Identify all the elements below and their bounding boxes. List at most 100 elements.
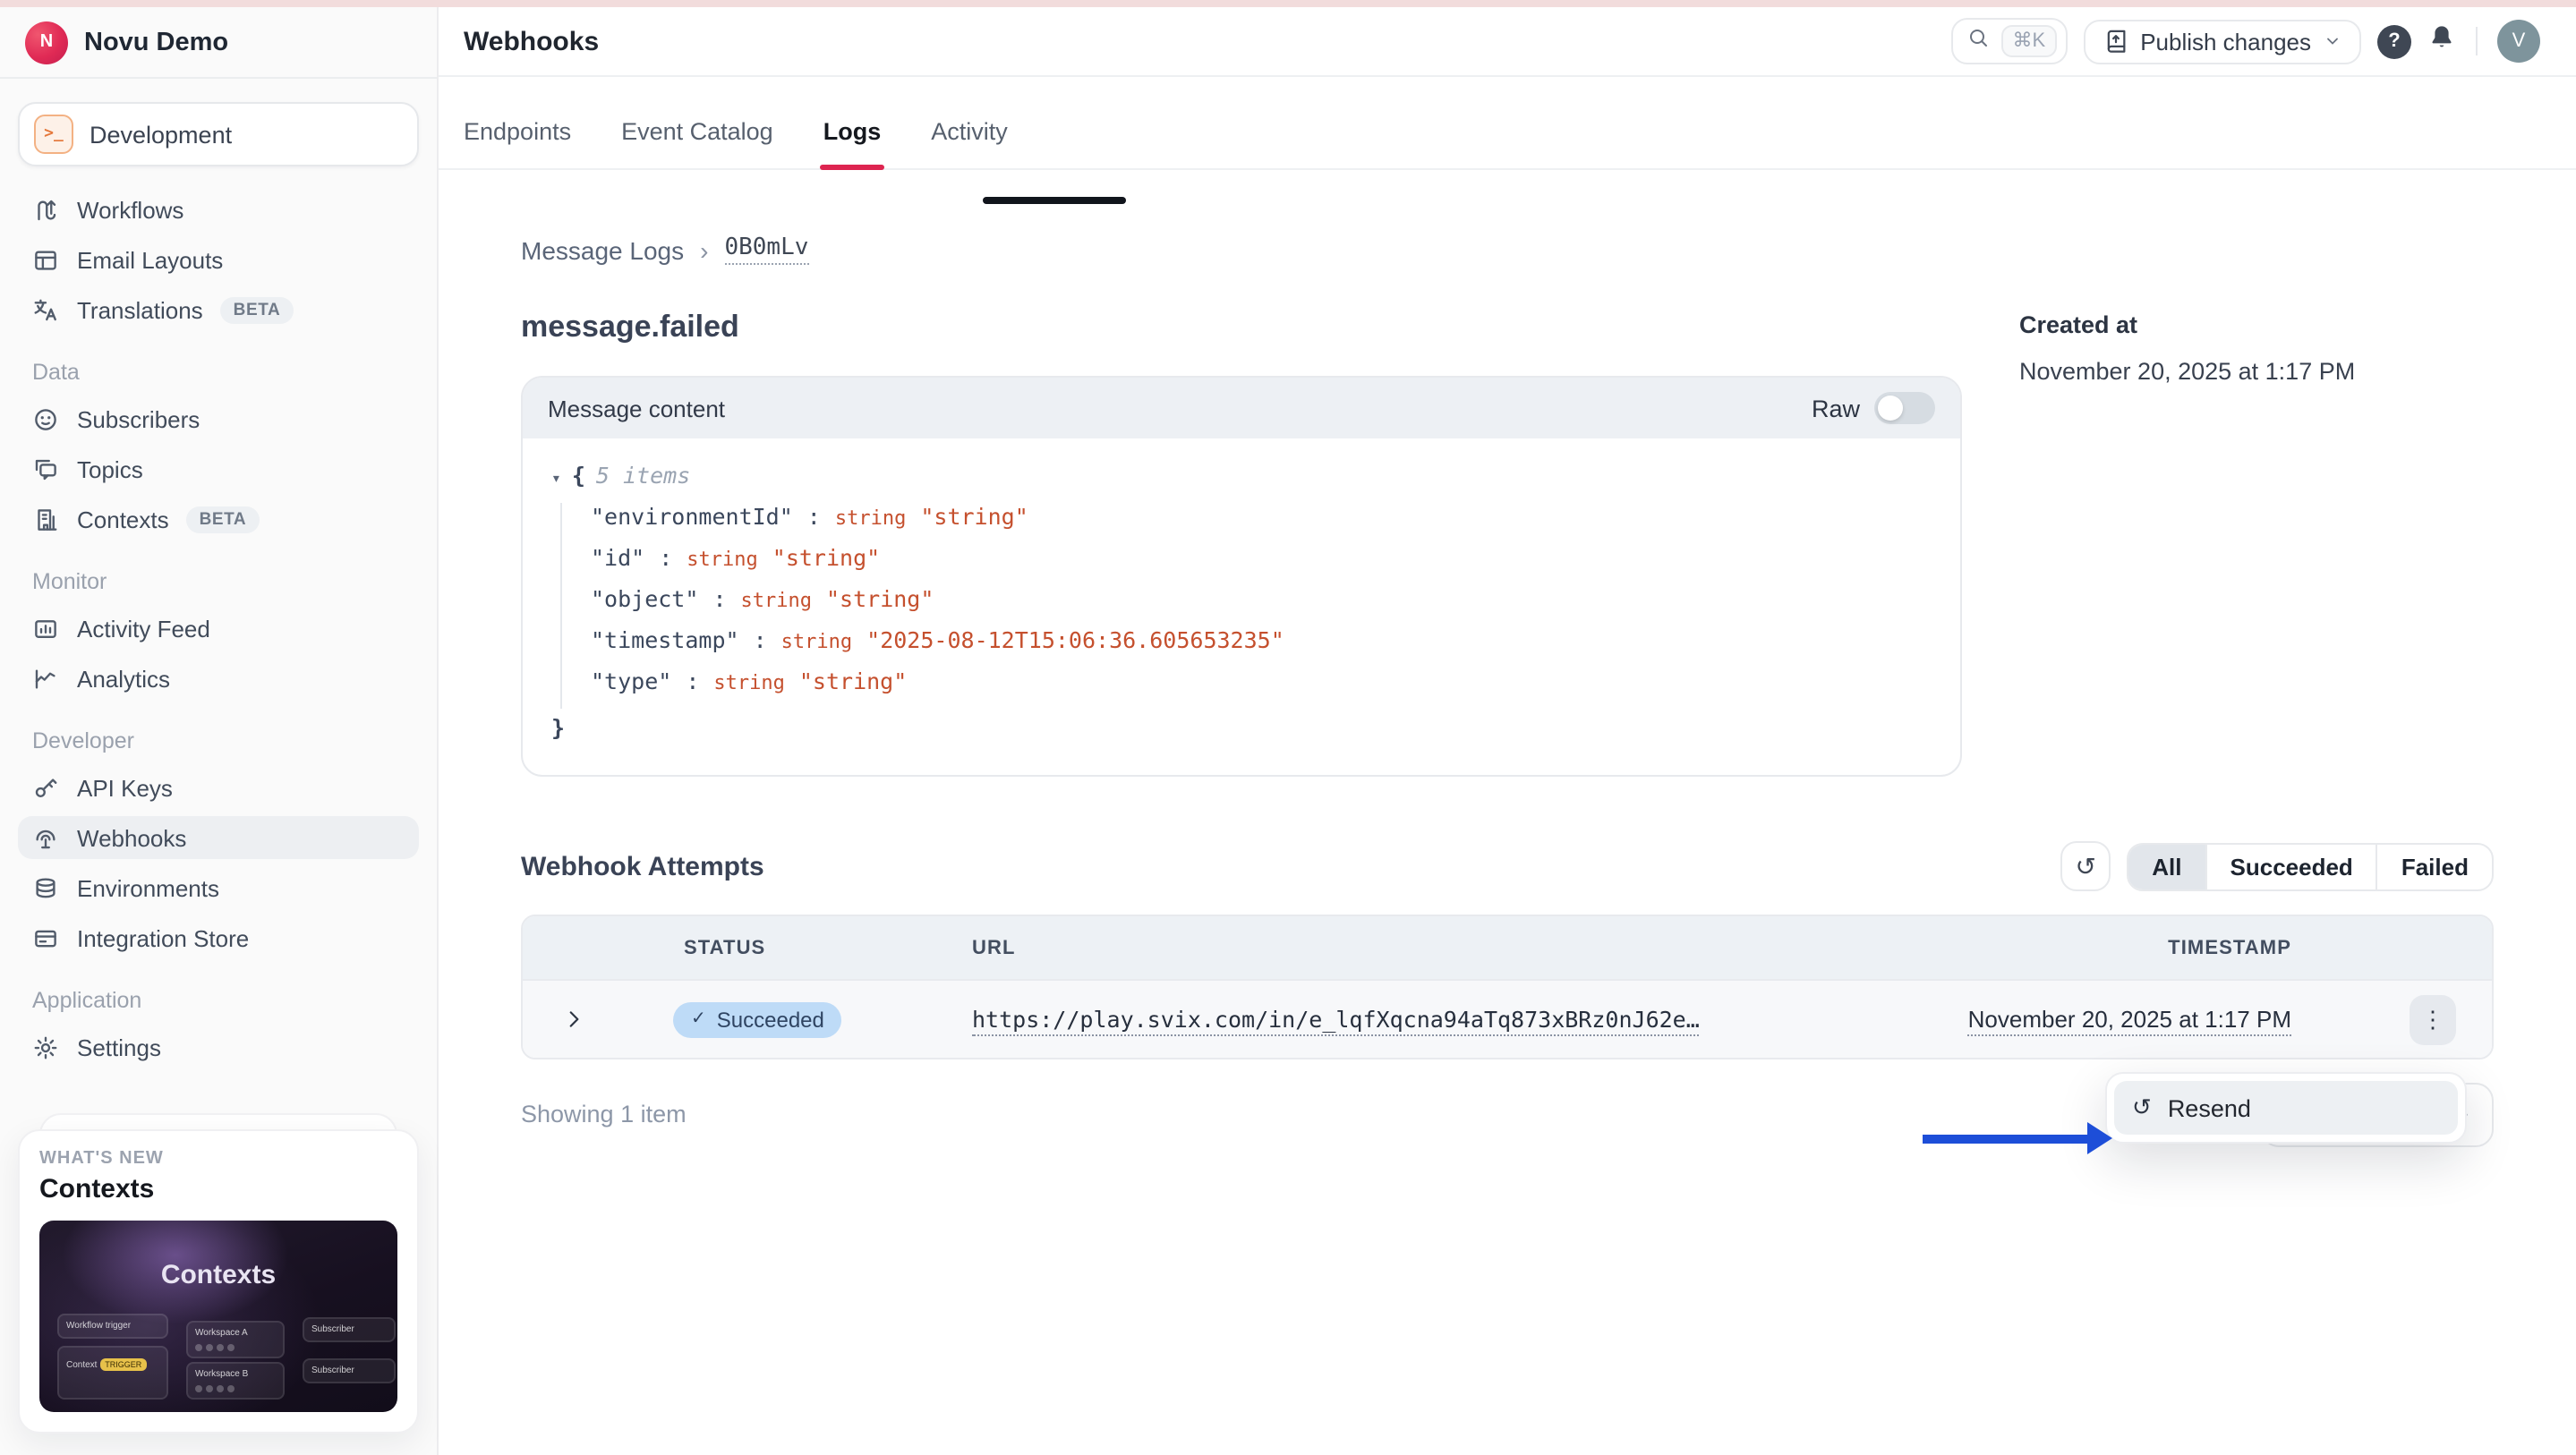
created-at-block: Created at November 20, 2025 at 1:17 PM: [1962, 310, 2355, 777]
workflow-trigger-mini-card: Workflow trigger: [57, 1314, 168, 1339]
user-avatar[interactable]: V: [2497, 20, 2540, 63]
filter-succeeded[interactable]: Succeeded: [2205, 844, 2376, 889]
sidebar-item-subscribers[interactable]: Subscribers: [18, 397, 419, 440]
tab-activity[interactable]: Activity: [931, 118, 1008, 168]
message-content-panel: Message content Raw ▾ { 5 items: [521, 376, 1962, 777]
nav-section-monitor: Monitor: [32, 569, 405, 594]
chevron-down-icon: [2324, 32, 2341, 50]
sidebar: N Novu Demo >_ Development Workflows Ema…: [0, 7, 439, 1455]
breadcrumb-message-logs[interactable]: Message Logs: [521, 235, 684, 264]
sidebar-nav: Workflows Email Layouts Translations BET…: [0, 166, 437, 1068]
filter-all[interactable]: All: [2128, 844, 2205, 889]
row-expand-button[interactable]: [523, 1008, 623, 1031]
subscriber-mini-card: Subscriber: [303, 1358, 396, 1383]
refresh-button[interactable]: ↺: [2060, 841, 2111, 891]
actions-cell: ⋮: [2374, 994, 2492, 1044]
sidebar-item-analytics[interactable]: Analytics: [18, 657, 419, 700]
tab-logs[interactable]: Logs: [823, 118, 882, 168]
sidebar-item-email-layouts[interactable]: Email Layouts: [18, 238, 419, 281]
row-menu-button[interactable]: ⋮: [2410, 994, 2456, 1044]
log-detail-content: Message Logs › 0B0mLv message.failed Mes…: [439, 170, 2576, 1208]
sidebar-item-environments[interactable]: Environments: [18, 866, 419, 909]
sidebar-item-topics[interactable]: Topics: [18, 447, 419, 490]
language-icon: [32, 296, 59, 323]
attempts-footer: Showing 1 item › ↺ Resend: [521, 1083, 2494, 1208]
sidebar-item-label: Webhooks: [77, 824, 186, 851]
detail-left-column: message.failed Message content Raw ▾: [521, 310, 1962, 777]
tab-event-catalog[interactable]: Event Catalog: [621, 118, 773, 168]
help-button[interactable]: ?: [2377, 24, 2411, 58]
store-icon: [32, 924, 59, 951]
sidebar-item-integration-store[interactable]: Integration Store: [18, 916, 419, 959]
breadcrumb-log-id[interactable]: 0B0mLv: [724, 234, 808, 265]
endpoint-url-link[interactable]: https://play.svix.com/in/e_lqfXqcna94aTq…: [972, 1005, 1700, 1035]
toggle-knob: [1878, 396, 1903, 421]
org-avatar: N: [25, 21, 68, 64]
sidebar-item-label: Translations: [77, 296, 203, 323]
beta-badge: BETA: [221, 296, 294, 323]
sidebar-item-label: Email Layouts: [77, 246, 223, 273]
created-at-label: Created at: [2019, 311, 2355, 338]
context-mini-card: Context TRIGGER: [57, 1346, 168, 1400]
whats-new-title: Contexts: [39, 1174, 397, 1204]
sidebar-item-webhooks[interactable]: Webhooks: [18, 816, 419, 859]
filter-failed[interactable]: Failed: [2376, 844, 2492, 889]
table-header-row: STATUS URL TIMESTAMP: [523, 916, 2492, 979]
whats-new-graphic-title: Contexts: [39, 1260, 397, 1290]
row-context-menu: ↺ Resend: [2105, 1072, 2467, 1144]
beta-badge: BETA: [187, 506, 260, 532]
json-root-line: ▾ { 5 items: [551, 462, 1932, 503]
timestamp-link[interactable]: November 20, 2025 at 1:17 PM: [1968, 1005, 2291, 1035]
sidebar-item-translations[interactable]: Translations BETA: [18, 288, 419, 331]
environment-label: Development: [90, 121, 232, 148]
status-cell: ✓ Succeeded: [623, 1001, 938, 1038]
row-count-text: Showing 1 item: [521, 1101, 687, 1127]
raw-toggle[interactable]: [1874, 392, 1935, 424]
publish-changes-button[interactable]: Publish changes: [2083, 19, 2361, 64]
breadcrumb-separator-icon: ›: [700, 235, 708, 264]
json-viewer: ▾ { 5 items "environmentId":string"strin…: [523, 438, 1960, 775]
json-children: "environmentId":string"string" "id":stri…: [560, 503, 1932, 709]
sidebar-item-activity-feed[interactable]: Activity Feed: [18, 607, 419, 650]
environment-selector[interactable]: >_ Development: [18, 102, 419, 166]
json-row: "object":string"string": [591, 585, 1932, 626]
org-switcher[interactable]: N Novu Demo: [0, 7, 437, 77]
column-header-status: STATUS: [623, 937, 938, 958]
kebab-icon: ⋮: [2421, 1005, 2444, 1034]
line-chart-icon: [32, 665, 59, 692]
layout-icon: [32, 246, 59, 273]
tab-endpoints[interactable]: Endpoints: [464, 118, 571, 168]
main-area: Webhooks ⌘K Publish changes ? V: [439, 7, 2576, 1455]
face-icon: [32, 405, 59, 432]
whats-new-card[interactable]: WHAT'S NEW Contexts Contexts Workflow tr…: [18, 1129, 419, 1434]
refresh-icon: ↺: [2076, 851, 2096, 881]
publish-changes-label: Publish changes: [2140, 28, 2311, 55]
annotation-arrow: [1923, 1122, 2112, 1154]
check-icon: ✓: [691, 1010, 706, 1030]
sidebar-item-label: Workflows: [77, 196, 183, 223]
whats-new-eyebrow: WHAT'S NEW: [39, 1149, 397, 1169]
collapse-caret-icon[interactable]: ▾: [551, 471, 561, 489]
json-row: "timestamp":string"2025-08-12T15:06:36.6…: [591, 626, 1932, 668]
attempts-table: STATUS URL TIMESTAMP ✓ Succeeded https:/…: [521, 915, 2494, 1059]
search-button[interactable]: ⌘K: [1952, 18, 2068, 64]
whats-new-graphic[interactable]: Contexts Workflow trigger Context TRIGGE…: [39, 1221, 397, 1412]
json-item-count: 5 items: [596, 462, 690, 489]
menu-item-resend[interactable]: ↺ Resend: [2114, 1081, 2458, 1135]
sidebar-item-api-keys[interactable]: API Keys: [18, 766, 419, 809]
question-mark-icon: ?: [2388, 30, 2400, 52]
book-up-icon: [2103, 29, 2128, 54]
sidebar-item-settings[interactable]: Settings: [18, 1025, 419, 1068]
raw-label: Raw: [1812, 395, 1860, 421]
table-row[interactable]: ✓ Succeeded https://play.svix.com/in/e_l…: [523, 979, 2492, 1058]
notifications-button[interactable]: [2427, 22, 2456, 60]
activity-chart-icon: [32, 615, 59, 642]
detail-header-row: message.failed Message content Raw ▾: [521, 310, 2494, 777]
environment-color-strip: [0, 0, 2576, 7]
sidebar-item-workflows[interactable]: Workflows: [18, 188, 419, 231]
database-icon: [32, 874, 59, 901]
sidebar-item-label: Integration Store: [77, 924, 249, 951]
sidebar-item-contexts[interactable]: Contexts BETA: [18, 498, 419, 540]
created-at-value: November 20, 2025 at 1:17 PM: [2019, 358, 2355, 385]
breadcrumb: Message Logs › 0B0mLv: [521, 234, 2494, 265]
